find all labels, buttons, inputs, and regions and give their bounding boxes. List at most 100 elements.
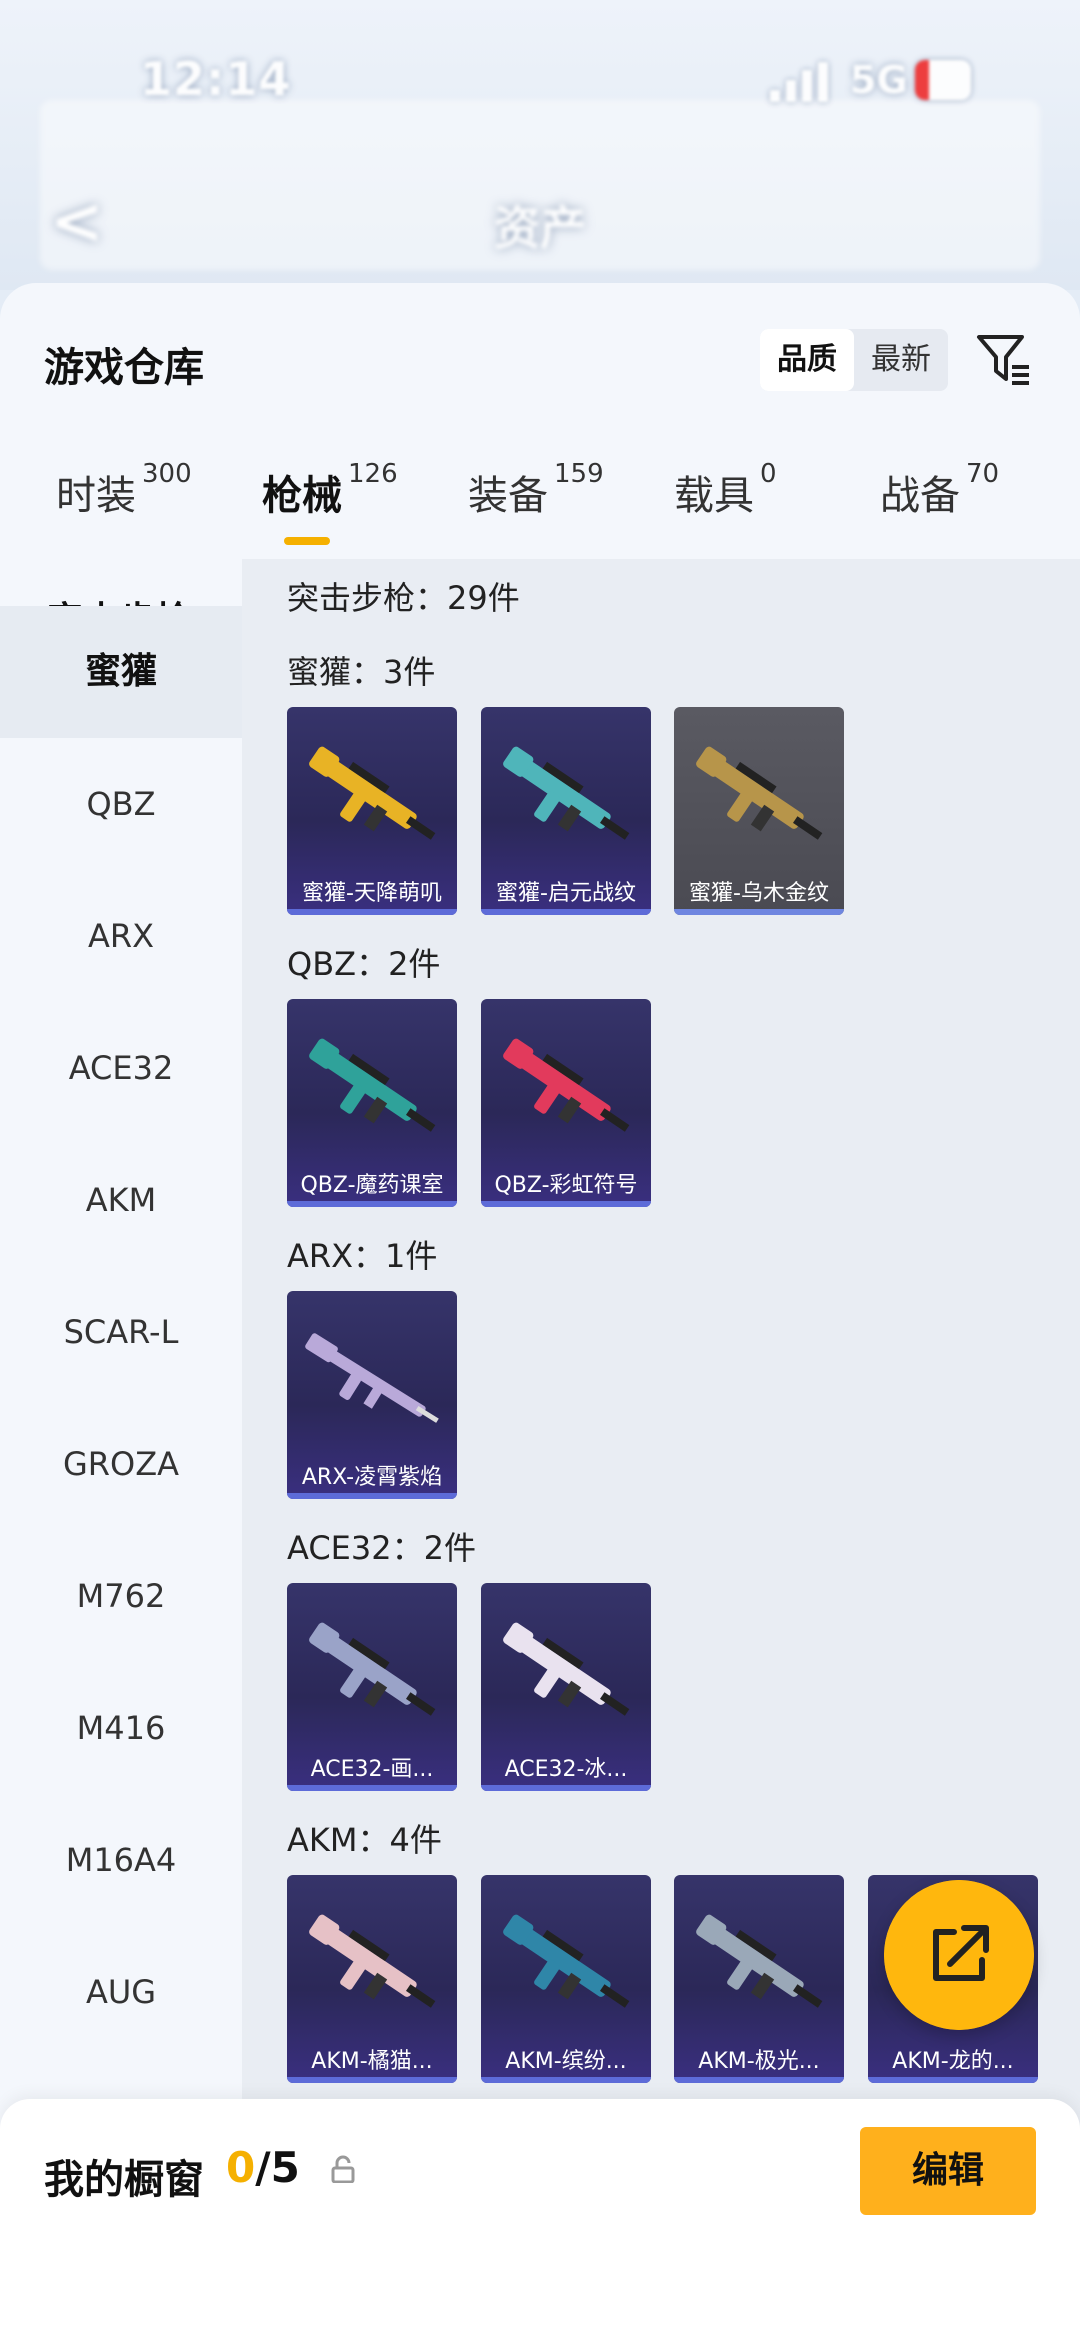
- weapon-name: 蜜獾-乌木金纹: [689, 881, 829, 906]
- status-time: 12:14: [140, 52, 292, 106]
- section-title: 蜜獾：3件: [287, 653, 436, 691]
- weapon-card[interactable]: 蜜獾-启元战纹: [481, 707, 651, 915]
- sidebar-item[interactable]: GROZA: [0, 1398, 242, 1530]
- weapon-card[interactable]: QBZ-彩虹符号: [481, 999, 651, 1207]
- showcase-count: 0/5: [226, 2143, 300, 2192]
- weapon-icon: [309, 1038, 436, 1132]
- weapon-card[interactable]: ACE32-画...: [287, 1583, 457, 1791]
- sidebar-item[interactable]: AKM: [0, 1134, 242, 1266]
- weapon-name: AKM-极光...: [698, 2049, 820, 2074]
- weapon-card[interactable]: AKM-橘猫...: [287, 1875, 457, 2083]
- edit-button[interactable]: 编辑: [860, 2127, 1036, 2215]
- sort-newest-button[interactable]: 最新: [854, 329, 948, 391]
- weapon-icon: [503, 1622, 630, 1716]
- rarity-bar: [481, 1785, 651, 1791]
- category-tabs: 时装 300 枪械 126 装备 159 载具 0 战备 70: [0, 459, 1080, 573]
- tab-count: 126: [348, 459, 398, 489]
- rarity-bar: [868, 2077, 1038, 2083]
- weapon-card[interactable]: 蜜獾-乌木金纹: [674, 707, 844, 915]
- weapon-card[interactable]: 蜜獾-天降萌叽: [287, 707, 457, 915]
- tab-indicator: [284, 537, 330, 545]
- status-bar: 12:14 5G: [0, 40, 1080, 120]
- tab-label: 枪械: [262, 473, 342, 519]
- sidebar-item[interactable]: M16A4: [0, 1794, 242, 1926]
- weapon-name: AKM-橘猫...: [311, 2049, 433, 2074]
- tab-combat-gear[interactable]: 战备 70: [880, 459, 999, 573]
- rarity-bar: [287, 909, 457, 915]
- weapon-icon: [503, 1914, 630, 2008]
- tab-label: 装备: [468, 473, 548, 519]
- section-title: ACE32：2件: [287, 1529, 476, 1567]
- tab-count: 159: [554, 459, 604, 489]
- sort-quality-button[interactable]: 品质: [760, 329, 854, 391]
- rarity-bar: [674, 909, 844, 915]
- warehouse-sheet: 游戏仓库 品质 最新 时装 300 枪械 126 装备 159 载具 0 战备 70: [0, 283, 1080, 2341]
- weapon-icon: [503, 1038, 630, 1132]
- weapon-icon: [696, 746, 823, 840]
- weapon-card[interactable]: ACE32-冰...: [481, 1583, 651, 1791]
- weapon-icon: [309, 1622, 436, 1716]
- nav-bar: < 资产: [0, 180, 1080, 260]
- weapon-name: AKM-缤纷...: [505, 2049, 627, 2074]
- weapon-icon: [696, 1914, 823, 2008]
- sidebar-item[interactable]: AUG: [0, 1926, 242, 2058]
- sidebar-item[interactable]: ARX: [0, 870, 242, 1002]
- blurred-header-background: 12:14 5G < 资产: [0, 0, 1080, 290]
- weapon-card[interactable]: AKM-缤纷...: [481, 1875, 651, 2083]
- sidebar-item[interactable]: M416: [0, 1662, 242, 1794]
- rarity-bar: [287, 1493, 457, 1499]
- rarity-bar: [481, 1201, 651, 1207]
- nav-title: 资产: [494, 201, 586, 255]
- sort-toggle: 品质 最新: [760, 329, 948, 391]
- weapon-name: ACE32-冰...: [504, 1757, 628, 1782]
- weapon-icon: [309, 746, 436, 840]
- rarity-bar: [481, 2077, 651, 2083]
- section-title: QBZ：2件: [287, 945, 441, 983]
- weapon-name: ARX-凌霄紫焰: [301, 1465, 443, 1490]
- weapon-icon: [503, 746, 630, 840]
- tab-fashion[interactable]: 时装 300: [56, 459, 192, 573]
- tab-firearms[interactable]: 枪械 126: [262, 459, 398, 573]
- tab-vehicles[interactable]: 载具 0: [674, 459, 777, 573]
- weapon-name: QBZ-彩虹符号: [494, 1173, 638, 1198]
- showcase-label: 我的橱窗: [44, 2157, 204, 2203]
- weapon-card[interactable]: AKM-极光...: [674, 1875, 844, 2083]
- weapon-icon: [309, 1914, 436, 2008]
- rarity-bar: [287, 1785, 457, 1791]
- weapon-icon: [305, 1333, 439, 1423]
- share-button[interactable]: [884, 1880, 1034, 2030]
- tab-count: 0: [760, 459, 777, 489]
- weapon-sidebar: v 突击步枪 蜜獾QBZARXACE32AKMSCAR-LGROZAM762M4…: [0, 559, 242, 2341]
- rarity-bar: [287, 2077, 457, 2083]
- weapon-name: QBZ-魔药课室: [300, 1173, 444, 1198]
- weapon-name: ACE32-画...: [310, 1757, 434, 1782]
- filter-icon[interactable]: [976, 331, 1032, 387]
- weapon-list: 突击步枪：29件 蜜獾：3件蜜獾-天降萌叽 蜜獾-启元战纹 蜜獾-乌木金纹 QBZ：2件…: [242, 559, 1080, 2341]
- tab-label: 战备: [880, 473, 960, 519]
- weapon-name: 蜜獾-启元战纹: [496, 881, 636, 906]
- section-title: ARX：1件: [287, 1237, 438, 1275]
- sidebar-item[interactable]: ACE32: [0, 1002, 242, 1134]
- sidebar-item[interactable]: QBZ: [0, 738, 242, 870]
- tab-label: 时装: [56, 473, 136, 519]
- battery-icon: [915, 60, 971, 100]
- page-title: 游戏仓库: [44, 345, 204, 391]
- rarity-bar: [481, 909, 651, 915]
- sidebar-item[interactable]: SCAR-L: [0, 1266, 242, 1398]
- sidebar-item[interactable]: 蜜獾: [0, 606, 242, 738]
- signal-icon: [770, 62, 830, 102]
- weapon-card[interactable]: ARX-凌霄紫焰: [287, 1291, 457, 1499]
- lock-icon: [331, 2155, 355, 2183]
- tab-label: 载具: [674, 473, 754, 519]
- section-title: AKM：4件: [287, 1821, 442, 1859]
- weapon-card[interactable]: QBZ-魔药课室: [287, 999, 457, 1207]
- sidebar-item[interactable]: M762: [0, 1530, 242, 1662]
- showcase-total: /5: [255, 2143, 300, 2192]
- rarity-bar: [287, 1201, 457, 1207]
- category-summary: 突击步枪：29件: [287, 579, 520, 617]
- showcase-current: 0: [226, 2143, 256, 2192]
- tab-count: 70: [966, 459, 1000, 489]
- tab-equipment[interactable]: 装备 159: [468, 459, 604, 573]
- showcase-bar: 我的橱窗 0/5 编辑: [0, 2099, 1080, 2341]
- rarity-bar: [674, 2077, 844, 2083]
